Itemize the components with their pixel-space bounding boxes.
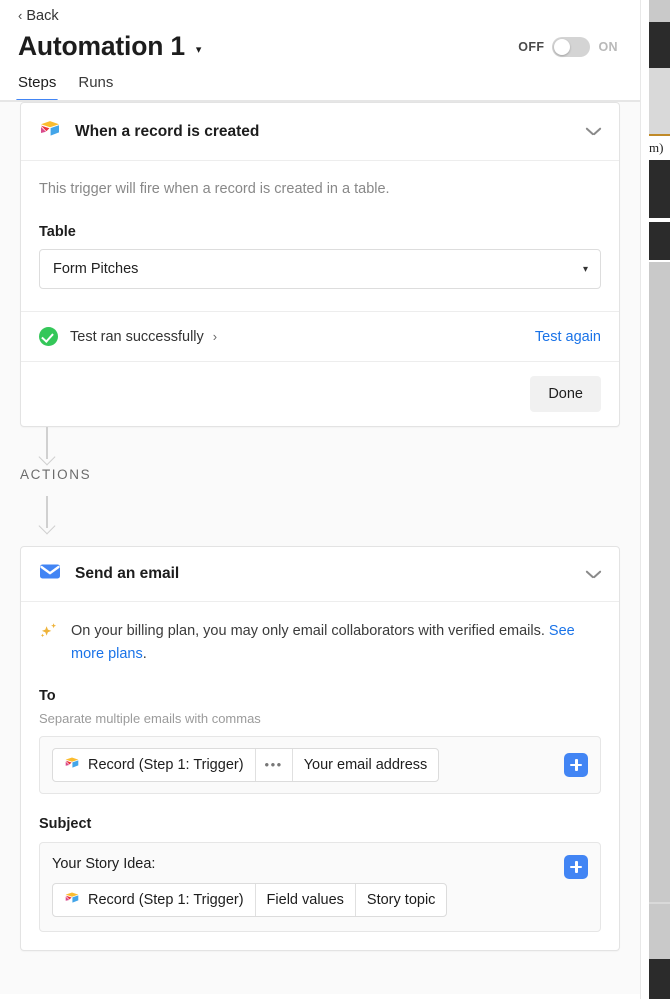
subject-field-label: Subject bbox=[39, 815, 92, 832]
token-record-step1-label: Record (Step 1: Trigger) bbox=[88, 891, 244, 908]
test-again-link[interactable]: Test again bbox=[535, 329, 601, 345]
automation-enable-toggle[interactable] bbox=[552, 36, 591, 57]
back-row: ‹ Back bbox=[0, 0, 640, 25]
page-title: Automation 1 bbox=[18, 31, 185, 61]
add-to-token-button[interactable] bbox=[564, 752, 588, 777]
connector-arrowhead bbox=[38, 448, 56, 466]
back-label: Back bbox=[26, 7, 59, 24]
email-card-header[interactable]: Send an email bbox=[21, 547, 619, 603]
email-action-title: Send an email bbox=[75, 565, 180, 583]
token-record-step1[interactable]: Record (Step 1: Trigger) bbox=[53, 748, 256, 781]
done-button[interactable]: Done bbox=[530, 376, 601, 413]
billing-notice: On your billing plan, you may only email… bbox=[21, 602, 619, 666]
trigger-footer: Done bbox=[21, 361, 619, 426]
back-chevron-icon: ‹ bbox=[18, 8, 23, 23]
subject-field-input[interactable]: Your Story Idea: Record (Step 1: Trigger… bbox=[39, 841, 601, 932]
bg-strip-9 bbox=[649, 959, 670, 999]
connector-arrowhead bbox=[38, 517, 56, 535]
airtable-record-icon bbox=[64, 891, 80, 909]
email-card-body: To Separate multiple emails with commas bbox=[21, 688, 619, 950]
tab-bar: Steps Runs bbox=[0, 62, 640, 102]
token-record-step1[interactable]: Record (Step 1: Trigger) bbox=[53, 883, 256, 916]
bg-strip-1 bbox=[649, 0, 670, 22]
table-select[interactable]: Form Pitches ▾ bbox=[39, 249, 601, 290]
table-select-value: Form Pitches bbox=[53, 261, 139, 278]
add-subject-token-button[interactable] bbox=[564, 854, 588, 879]
billing-notice-text-before: On your billing plan, you may only email… bbox=[71, 623, 549, 640]
bg-strip-accent bbox=[649, 134, 670, 136]
email-action-card: Send an email On your billing plan, you … bbox=[20, 546, 620, 951]
ellipsis-icon[interactable]: ••• bbox=[256, 748, 293, 781]
to-field-hint: Separate multiple emails with commas bbox=[39, 710, 261, 726]
subject-text-line: Your Story Idea: bbox=[52, 855, 156, 872]
billing-notice-text: On your billing plan, you may only email… bbox=[71, 620, 601, 666]
title-dropdown-caret-icon[interactable]: ▾ bbox=[196, 43, 202, 56]
back-link[interactable]: ‹ Back bbox=[18, 8, 59, 24]
token-story-topic[interactable]: Story topic bbox=[356, 884, 446, 916]
add-subject-token-button-wrap bbox=[564, 854, 588, 879]
subject-token-group: Record (Step 1: Trigger) Field values St… bbox=[52, 882, 448, 917]
airtable-record-icon bbox=[39, 119, 61, 144]
tab-runs[interactable]: Runs bbox=[78, 74, 113, 102]
chevron-down-icon[interactable] bbox=[586, 570, 601, 579]
test-details-chevron-icon[interactable]: › bbox=[213, 329, 217, 344]
billing-notice-text-after: . bbox=[142, 645, 147, 662]
toggle-off-label: OFF bbox=[518, 39, 545, 54]
actions-section-label: ACTIONS bbox=[20, 467, 92, 483]
toggle-on-label: ON bbox=[598, 39, 618, 54]
panel-edge-divider bbox=[640, 0, 641, 999]
sparkle-icon bbox=[39, 621, 59, 666]
bg-strip-5 bbox=[649, 222, 670, 260]
background-window-sliver: m) bbox=[640, 0, 670, 999]
envelope-icon bbox=[39, 563, 61, 585]
automation-panel: ‹ Back Automation 1 ▾ OFF ON Steps Runs bbox=[0, 0, 640, 999]
bg-strip-3 bbox=[649, 68, 670, 134]
chevron-down-icon[interactable] bbox=[586, 127, 601, 136]
tab-steps[interactable]: Steps bbox=[15, 74, 59, 102]
to-token-group: Record (Step 1: Trigger) ••• Your email … bbox=[52, 747, 440, 782]
airtable-record-icon bbox=[64, 756, 80, 774]
table-field-label: Table bbox=[39, 224, 76, 241]
bg-strip-4 bbox=[649, 160, 670, 218]
test-status-text: Test ran successfully bbox=[70, 328, 204, 345]
success-check-icon bbox=[39, 327, 58, 347]
to-field-label: To bbox=[39, 687, 56, 704]
bg-strip-6 bbox=[649, 262, 670, 902]
test-status-row: Test ran successfully › Test again bbox=[21, 311, 619, 361]
token-field-values[interactable]: Field values bbox=[256, 883, 356, 916]
trigger-card: When a record is created This trigger wi… bbox=[20, 102, 620, 428]
steps-scroll-area[interactable]: When a record is created This trigger wi… bbox=[0, 102, 640, 994]
bg-partial-text: m) bbox=[649, 140, 664, 155]
toggle-knob bbox=[554, 38, 571, 55]
automation-toggle-group: OFF ON bbox=[518, 36, 618, 57]
app-root: ‹ Back Automation 1 ▾ OFF ON Steps Runs bbox=[0, 0, 670, 999]
bg-strip-8 bbox=[649, 904, 670, 959]
title-row: Automation 1 ▾ OFF ON bbox=[0, 25, 640, 62]
trigger-card-body: This trigger will fire when a record is … bbox=[21, 161, 619, 290]
trigger-card-header[interactable]: When a record is created bbox=[21, 103, 619, 161]
trigger-description: This trigger will fire when a record is … bbox=[39, 181, 390, 197]
token-your-email-address[interactable]: Your email address bbox=[293, 749, 439, 781]
token-record-step1-label: Record (Step 1: Trigger) bbox=[88, 756, 244, 773]
to-field-input[interactable]: Record (Step 1: Trigger) ••• Your email … bbox=[39, 735, 601, 794]
bg-strip-2 bbox=[649, 22, 670, 68]
trigger-title: When a record is created bbox=[75, 122, 260, 140]
chevron-down-icon: ▾ bbox=[582, 263, 588, 275]
